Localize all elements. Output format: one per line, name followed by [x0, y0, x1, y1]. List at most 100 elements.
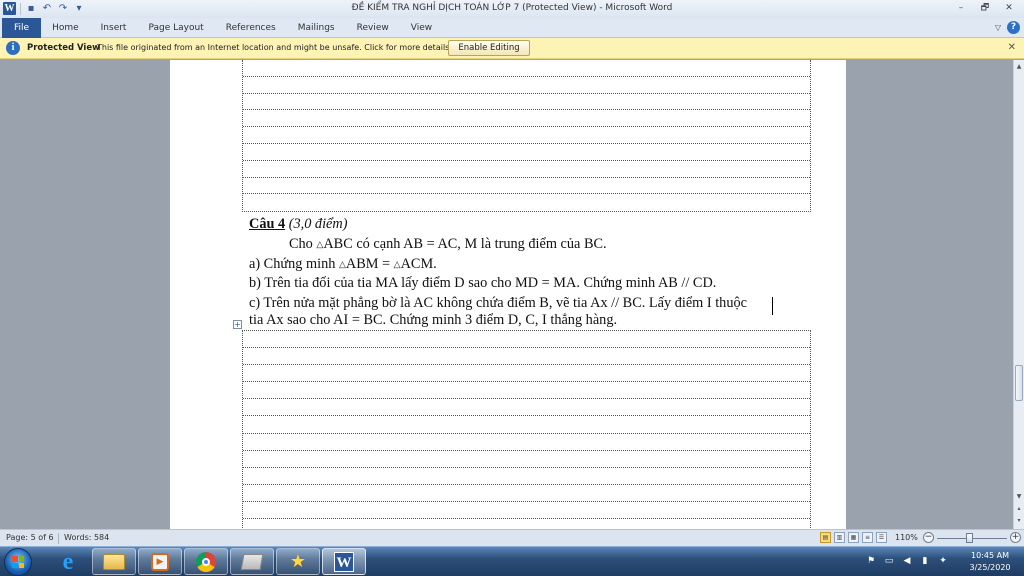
star-icon: ★	[289, 550, 307, 572]
table-row	[243, 416, 810, 434]
zoom-out-icon[interactable]: −	[923, 532, 934, 543]
display-icon[interactable]: ▭	[884, 556, 894, 566]
table-row	[243, 110, 810, 128]
tab-references[interactable]: References	[215, 18, 287, 38]
question-text-line: a) Chứng minh △ABM = △ACM.	[249, 256, 437, 272]
table-row	[243, 331, 810, 349]
enable-editing-button[interactable]: Enable Editing	[448, 40, 530, 56]
tab-page-layout[interactable]: Page Layout	[137, 18, 214, 38]
clock-time: 10:45 AM	[971, 551, 1009, 560]
tab-insert[interactable]: Insert	[90, 18, 138, 38]
help-icon[interactable]: ?	[1007, 21, 1020, 34]
table-row	[243, 94, 810, 111]
action-center-icon[interactable]: ⚑	[866, 556, 876, 566]
ribbon-right-controls: ▽ ?	[995, 21, 1020, 34]
table-row	[243, 77, 810, 94]
table-row	[243, 434, 810, 451]
web-layout-icon[interactable]: ▦	[848, 532, 859, 543]
scroll-thumb[interactable]	[1015, 365, 1023, 401]
clock-date: 3/25/2020	[969, 563, 1011, 572]
restore-button[interactable]: 🗗	[974, 1, 996, 15]
word-taskbar-button[interactable]: W	[322, 548, 366, 575]
file-explorer-button[interactable]	[92, 548, 136, 575]
table-row	[243, 194, 810, 211]
internet-explorer-icon: e	[62, 548, 74, 575]
word-count[interactable]: Words: 584	[64, 533, 109, 542]
start-button[interactable]	[4, 548, 32, 576]
table-row	[243, 519, 810, 529]
table-row	[243, 60, 810, 77]
title-bar: W ▪ ↶ ↷ ▾ ĐỀ KIỂM TRA NGHỈ DỊCH TOÁN LỚP…	[0, 0, 1024, 18]
tab-view[interactable]: View	[400, 18, 443, 38]
triangle-symbol: △	[338, 259, 346, 269]
close-button[interactable]: ✕	[998, 1, 1020, 15]
page-count[interactable]: Page: 5 of 6	[6, 533, 54, 542]
table-row	[243, 178, 810, 195]
scroll-up-icon[interactable]: ▲	[1014, 62, 1024, 72]
show-hidden-icon[interactable]: ✦	[938, 556, 948, 566]
table-move-handle-icon[interactable]: +	[233, 320, 242, 329]
triangle-symbol: △	[316, 239, 324, 249]
question-text-line: b) Trên tia đối của tia MA lấy điểm D sa…	[249, 275, 717, 291]
previous-page-icon[interactable]: ▴	[1014, 504, 1024, 514]
info-icon: i	[6, 41, 20, 55]
table-row	[243, 399, 810, 417]
minimize-button[interactable]: –	[950, 1, 972, 15]
taskbar-clock[interactable]: 10:45 AM 3/25/2020	[962, 550, 1018, 574]
internet-explorer-button[interactable]: e	[46, 548, 90, 575]
tab-review[interactable]: Review	[346, 18, 400, 38]
star-app-button[interactable]: ★	[276, 548, 320, 575]
close-icon[interactable]: ✕	[1008, 42, 1016, 53]
question-text-line: c) Trên nửa mặt phẳng bờ là AC không chứ…	[249, 295, 747, 311]
window-controls: – 🗗 ✕	[950, 1, 1020, 15]
zoom-level[interactable]: 110%	[895, 533, 918, 542]
status-bar: Page: 5 of 6 Words: 584 ▤ ▥ ▦ ≡ ☰ 110% −…	[0, 529, 1024, 546]
status-separator	[58, 533, 59, 544]
protected-view-bar: i Protected View This file originated fr…	[0, 38, 1024, 59]
window-title: ĐỀ KIỂM TRA NGHỈ DỊCH TOÁN LỚP 7 (Protec…	[351, 3, 673, 13]
triangle-symbol: △	[393, 259, 401, 269]
volume-icon[interactable]: ◀	[902, 556, 912, 566]
question-number: Câu 4	[249, 216, 286, 232]
windows-logo-icon	[12, 556, 24, 568]
system-tray: ⚑ ▭ ◀ ▮ ✦	[866, 556, 948, 566]
draft-view-icon[interactable]: ☰	[876, 532, 887, 543]
table-row	[243, 468, 810, 485]
document-area[interactable]: Câu 4 (3,0 điểm) Cho △ABC có cạnh AB = A…	[0, 60, 1013, 529]
tab-file[interactable]: File	[2, 17, 42, 38]
table-row	[243, 144, 810, 161]
table-row	[243, 348, 810, 366]
protected-view-message[interactable]: This file originated from an Internet lo…	[97, 43, 452, 52]
app-button[interactable]	[230, 548, 274, 575]
windows-taskbar: e ▶ ★ W ⚑ ▭ ◀ ▮ ✦ 10:45 AM 3/25/2020	[0, 546, 1024, 576]
tab-home[interactable]: Home	[41, 18, 90, 38]
word-icon: W	[334, 551, 354, 572]
question-points: (3,0 điểm)	[285, 216, 348, 232]
table-row	[243, 127, 810, 144]
zoom-slider-thumb[interactable]	[966, 533, 973, 543]
print-layout-view-icon[interactable]: ▤	[820, 532, 831, 543]
scroll-down-icon[interactable]: ▼	[1014, 492, 1024, 502]
protected-view-title: Protected View	[27, 43, 100, 53]
ribbon-tabs: File Home Insert Page Layout References …	[0, 17, 1024, 38]
network-icon[interactable]: ▮	[920, 556, 930, 566]
document-page[interactable]: Câu 4 (3,0 điểm) Cho △ABC có cạnh AB = A…	[170, 60, 846, 529]
table-row	[243, 382, 810, 400]
table-row	[243, 365, 810, 383]
next-page-icon[interactable]: ▾	[1014, 516, 1024, 526]
vertical-scrollbar[interactable]: ▲ ▼ ▴ ▾	[1013, 60, 1024, 529]
minimize-ribbon-icon[interactable]: ▽	[995, 23, 1001, 32]
tab-mailings[interactable]: Mailings	[287, 18, 346, 38]
table-row	[243, 485, 810, 502]
zoom-in-icon[interactable]: +	[1010, 532, 1021, 543]
chrome-button[interactable]	[184, 548, 228, 575]
media-player-button[interactable]: ▶	[138, 548, 182, 575]
answer-lines-table	[242, 330, 811, 529]
answer-lines-table	[242, 60, 811, 212]
outline-view-icon[interactable]: ≡	[862, 532, 873, 543]
folder-icon	[103, 553, 125, 570]
full-screen-reading-icon[interactable]: ▥	[834, 532, 845, 543]
media-player-icon: ▶	[151, 552, 169, 571]
table-row	[243, 161, 810, 178]
app-icon	[240, 553, 264, 570]
